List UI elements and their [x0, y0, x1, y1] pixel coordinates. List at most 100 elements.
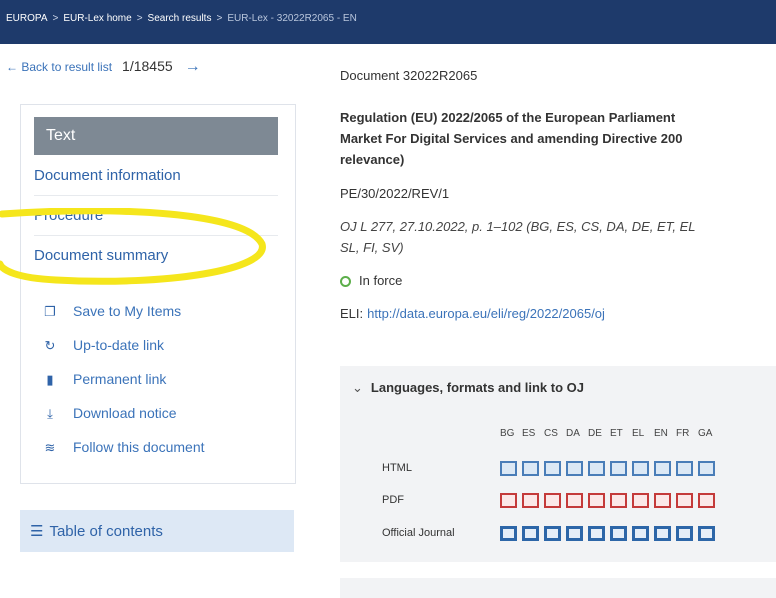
official-journal-icon[interactable] [698, 526, 715, 542]
official-journal-icon[interactable] [544, 526, 561, 542]
document-title: Regulation (EU) 2022/2065 of the Europea… [340, 107, 776, 170]
highlight-annotation [0, 208, 266, 285]
breadcrumb-separator: > [136, 13, 143, 24]
lang-code: CS [544, 428, 558, 439]
official-journal-reference: OJ L 277, 27.10.2022, p. 1–102 (BG, ES, … [340, 216, 696, 258]
eli-row: ELI: http://data.europa.eu/eli/reg/2022/2… [340, 306, 605, 321]
official-journal-icon[interactable] [654, 526, 671, 542]
permanent-link[interactable]: ▮ Permanent link [41, 371, 166, 388]
breadcrumb-current: EUR-Lex - 32022R2065 - EN [227, 13, 357, 24]
oj-line: OJ L 277, 27.10.2022, p. 1–102 (BG, ES, … [340, 219, 696, 234]
result-counter: 1/18455 [122, 58, 173, 74]
sidebar-item-document-information[interactable]: Document information [34, 167, 276, 184]
breadcrumb-europa[interactable]: EUROPA [6, 13, 48, 24]
html-file-icon[interactable] [610, 461, 627, 477]
html-file-icon[interactable] [544, 461, 561, 477]
action-label: Up-to-date link [73, 337, 165, 353]
pdf-file-icon[interactable] [676, 493, 693, 509]
html-file-icon[interactable] [654, 461, 671, 477]
top-bar: EUROPA > EUR-Lex home > Search results > EUR-L… [0, 0, 776, 44]
official-journal-icon[interactable] [676, 526, 693, 542]
download-notice-link[interactable]: ⤓ Download notice [41, 405, 177, 422]
action-label: Save to My Items [73, 303, 182, 319]
html-file-icon[interactable] [566, 461, 583, 477]
breadcrumb: EUROPA > EUR-Lex home > Search results > EUR-L… [6, 13, 357, 24]
oj-line: SL, FI, SV) [340, 240, 404, 255]
result-navigation: ← Back to result list 1/18455 → [6, 58, 201, 76]
toc-label: Table of contents [49, 523, 163, 540]
pdf-file-icon[interactable] [698, 493, 715, 509]
status-dot-icon [340, 276, 351, 288]
back-link-label: Back to result list [21, 60, 113, 74]
html-file-icon[interactable] [500, 461, 517, 477]
status-label: In force [359, 273, 403, 288]
breadcrumb-eurlex-home[interactable]: EUR-Lex home [63, 13, 131, 24]
official-journal-icon[interactable] [610, 526, 627, 542]
languages-header: Languages, formats and link to OJ [370, 380, 584, 395]
collapsed-panel[interactable] [340, 578, 776, 598]
table-of-contents-button[interactable]: ☰ Table of contents [20, 510, 294, 552]
action-label: Permanent link [73, 371, 167, 387]
arrow-left-icon: ← [6, 60, 18, 74]
html-file-icon[interactable] [588, 461, 605, 477]
pdf-file-icon[interactable] [654, 493, 671, 509]
html-format-row [500, 460, 720, 478]
highlight-stroke [0, 208, 266, 285]
html-file-icon[interactable] [632, 461, 649, 477]
pdf-format-row [500, 492, 720, 510]
html-file-icon[interactable] [698, 461, 715, 477]
lang-code: BG [500, 428, 515, 439]
languages-panel-toggle[interactable]: ⌄ Languages, formats and link to OJ [352, 380, 584, 396]
languages-formats-panel: ⌄ Languages, formats and link to OJ BG ES C… [340, 366, 776, 562]
up-to-date-link[interactable]: ↻ Up-to-date link [41, 337, 165, 354]
download-icon: ⤓ [47, 406, 53, 421]
document-id: Document 32022R2065 [340, 68, 478, 83]
title-line: Market For Digital Services and amending… [340, 131, 683, 146]
official-journal-icon[interactable] [566, 526, 583, 542]
oj-format-row [500, 525, 720, 543]
lang-code: GA [698, 428, 713, 439]
breadcrumb-search-results[interactable]: Search results [148, 13, 212, 24]
status-badge: In force [340, 273, 402, 288]
pdf-file-icon[interactable] [544, 493, 561, 509]
back-to-results-link[interactable]: ← Back to result list [6, 60, 112, 74]
eli-link[interactable]: http://data.europa.eu/eli/reg/2022/2065/… [367, 306, 605, 321]
official-journal-icon[interactable] [588, 526, 605, 542]
document-reference: PE/30/2022/REV/1 [340, 186, 450, 201]
language-codes: BG ES CS DA DE ET EL EN FR GA [500, 428, 720, 439]
pdf-file-icon[interactable] [610, 493, 627, 509]
refresh-icon: ↻ [44, 338, 56, 353]
pdf-file-icon[interactable] [632, 493, 649, 509]
pdf-file-icon[interactable] [500, 493, 517, 509]
eli-label: ELI: [340, 306, 364, 321]
html-file-icon[interactable] [676, 461, 693, 477]
breadcrumb-separator: > [216, 13, 223, 24]
lang-code: FR [676, 428, 690, 439]
pdf-file-icon[interactable] [588, 493, 605, 509]
lang-code: DE [588, 428, 602, 439]
lang-code: DA [566, 428, 580, 439]
official-journal-icon[interactable] [522, 526, 539, 542]
follow-document-link[interactable]: ≋ Follow this document [41, 439, 205, 456]
rss-icon: ≋ [44, 440, 56, 455]
html-file-icon[interactable] [522, 461, 539, 477]
lang-code: EN [654, 428, 668, 439]
format-row-label-pdf: PDF [382, 494, 404, 506]
title-line: relevance) [340, 152, 405, 167]
save-to-my-items-link[interactable]: ❐ Save to My Items [41, 303, 181, 320]
format-row-label-official-journal: Official Journal [382, 527, 455, 539]
divider [34, 195, 278, 196]
pdf-file-icon[interactable] [522, 493, 539, 509]
title-line: Regulation (EU) 2022/2065 of the Europea… [340, 110, 676, 125]
bookmark-flag-icon: ▮ [46, 372, 54, 387]
next-result-arrow-icon[interactable]: → [185, 58, 201, 75]
sidebar-item-text[interactable]: Text [34, 117, 278, 155]
lang-code: ES [522, 428, 536, 439]
official-journal-icon[interactable] [500, 526, 517, 542]
list-icon: ☰ [30, 523, 44, 540]
sidebar-panel: Text Document information Procedure Docu… [20, 104, 296, 484]
chevron-down-icon: ⌄ [352, 380, 363, 395]
action-label: Download notice [73, 405, 177, 421]
pdf-file-icon[interactable] [566, 493, 583, 509]
official-journal-icon[interactable] [632, 526, 649, 542]
